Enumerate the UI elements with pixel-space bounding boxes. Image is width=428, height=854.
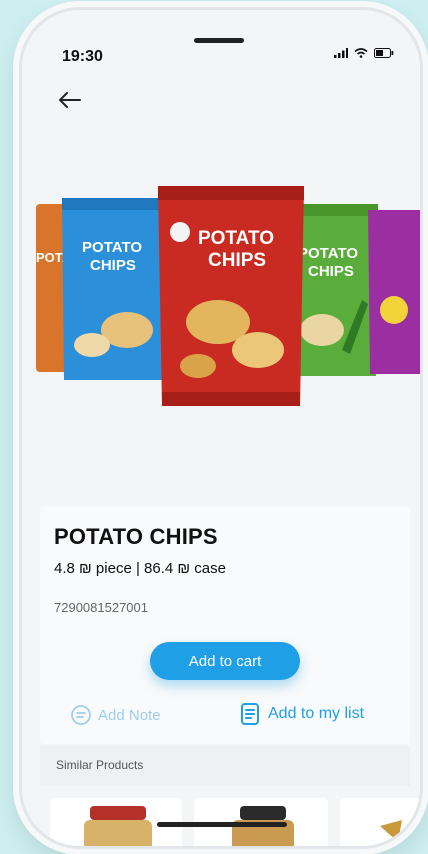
svg-text:POTATO: POTATO bbox=[82, 239, 142, 256]
chips-bag-purple bbox=[368, 210, 420, 374]
product-image: POTATO POTATO CHIPS POTATO CHIPS POTATO … bbox=[36, 186, 420, 406]
product-price: 4.8 ₪ piece | 86.4 ₪ case bbox=[54, 560, 226, 577]
chips-bag-blue: POTATO CHIPS bbox=[62, 198, 166, 380]
arrow-left-icon bbox=[59, 92, 81, 108]
svg-text:POTATO: POTATO bbox=[198, 228, 274, 249]
status-bar: 19:30 bbox=[22, 10, 420, 80]
svg-text:POTATO: POTATO bbox=[298, 245, 358, 262]
product-barcode: 7290081527001 bbox=[54, 600, 148, 615]
product-title: POTATO CHIPS bbox=[54, 524, 218, 549]
similar-products-label: Similar Products bbox=[56, 758, 144, 772]
status-time: 19:30 bbox=[62, 48, 103, 65]
back-button[interactable] bbox=[56, 90, 86, 114]
product-image-partial bbox=[380, 820, 402, 842]
add-to-list-label: Add to my list bbox=[268, 705, 365, 722]
svg-text:CHIPS: CHIPS bbox=[208, 250, 266, 271]
battery-icon bbox=[374, 48, 394, 58]
chips-bag-red: POTATO CHIPS bbox=[158, 186, 304, 406]
home-indicator bbox=[157, 822, 287, 827]
notch bbox=[194, 38, 244, 43]
add-note-button[interactable]: Add Note bbox=[70, 704, 161, 726]
status-icons bbox=[334, 48, 394, 58]
add-to-list-button[interactable]: Add to my list bbox=[240, 702, 364, 726]
list-document-icon bbox=[241, 703, 259, 725]
signal-icon bbox=[334, 48, 348, 58]
add-note-label: Add Note bbox=[98, 706, 161, 724]
add-to-cart-button[interactable]: Add to cart bbox=[150, 642, 300, 680]
similar-products-header: Similar Products bbox=[40, 746, 410, 786]
wifi-icon bbox=[354, 48, 368, 58]
product-details-card: POTATO CHIPS 4.8 ₪ piece | 86.4 ₪ case 7… bbox=[40, 506, 410, 744]
svg-text:CHIPS: CHIPS bbox=[90, 257, 136, 274]
svg-text:CHIPS: CHIPS bbox=[308, 263, 354, 280]
note-bubble-icon bbox=[71, 705, 91, 725]
similar-product-card[interactable] bbox=[340, 798, 420, 846]
phone-frame: 19:30 POTATO POTATO CHIPS POTATO CHIPS P… bbox=[22, 10, 420, 846]
